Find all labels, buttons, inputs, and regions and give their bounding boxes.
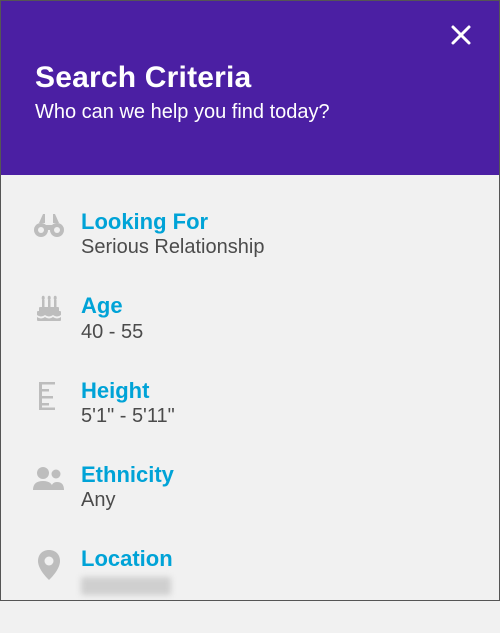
criterion-age[interactable]: Age 40 - 55 xyxy=(31,281,469,365)
criterion-label: Looking For xyxy=(81,209,469,234)
ruler-icon xyxy=(31,380,67,416)
page-title: Search Criteria xyxy=(35,61,465,95)
criterion-height[interactable]: Height 5'1" - 5'11" xyxy=(31,366,469,450)
criterion-value: Any xyxy=(81,489,469,512)
criterion-label: Ethnicity xyxy=(81,462,469,487)
criterion-label: Age xyxy=(81,293,469,318)
location-pin-icon xyxy=(31,548,67,584)
criterion-label: Height xyxy=(81,378,469,403)
criterion-looking-for[interactable]: Looking For Serious Relationship xyxy=(31,197,469,281)
criterion-label: Location xyxy=(81,546,469,571)
criterion-value: Serious Relationship xyxy=(81,236,469,259)
close-icon xyxy=(450,24,472,46)
criterion-ethnicity[interactable]: Ethnicity Any xyxy=(31,450,469,534)
close-button[interactable] xyxy=(447,21,475,49)
criteria-list: Looking For Serious Relationship Age 40 … xyxy=(1,175,499,633)
page-subtitle: Who can we help you find today? xyxy=(35,101,465,124)
header: Search Criteria Who can we help you find… xyxy=(1,1,499,175)
birthday-cake-icon xyxy=(31,295,67,331)
binoculars-icon xyxy=(31,211,67,247)
criterion-location[interactable]: Location xyxy=(31,534,469,623)
criterion-value: 5'1" - 5'11" xyxy=(81,405,469,428)
criterion-value-redacted xyxy=(81,573,469,601)
people-icon xyxy=(31,464,67,500)
criterion-value: 40 - 55 xyxy=(81,321,469,344)
